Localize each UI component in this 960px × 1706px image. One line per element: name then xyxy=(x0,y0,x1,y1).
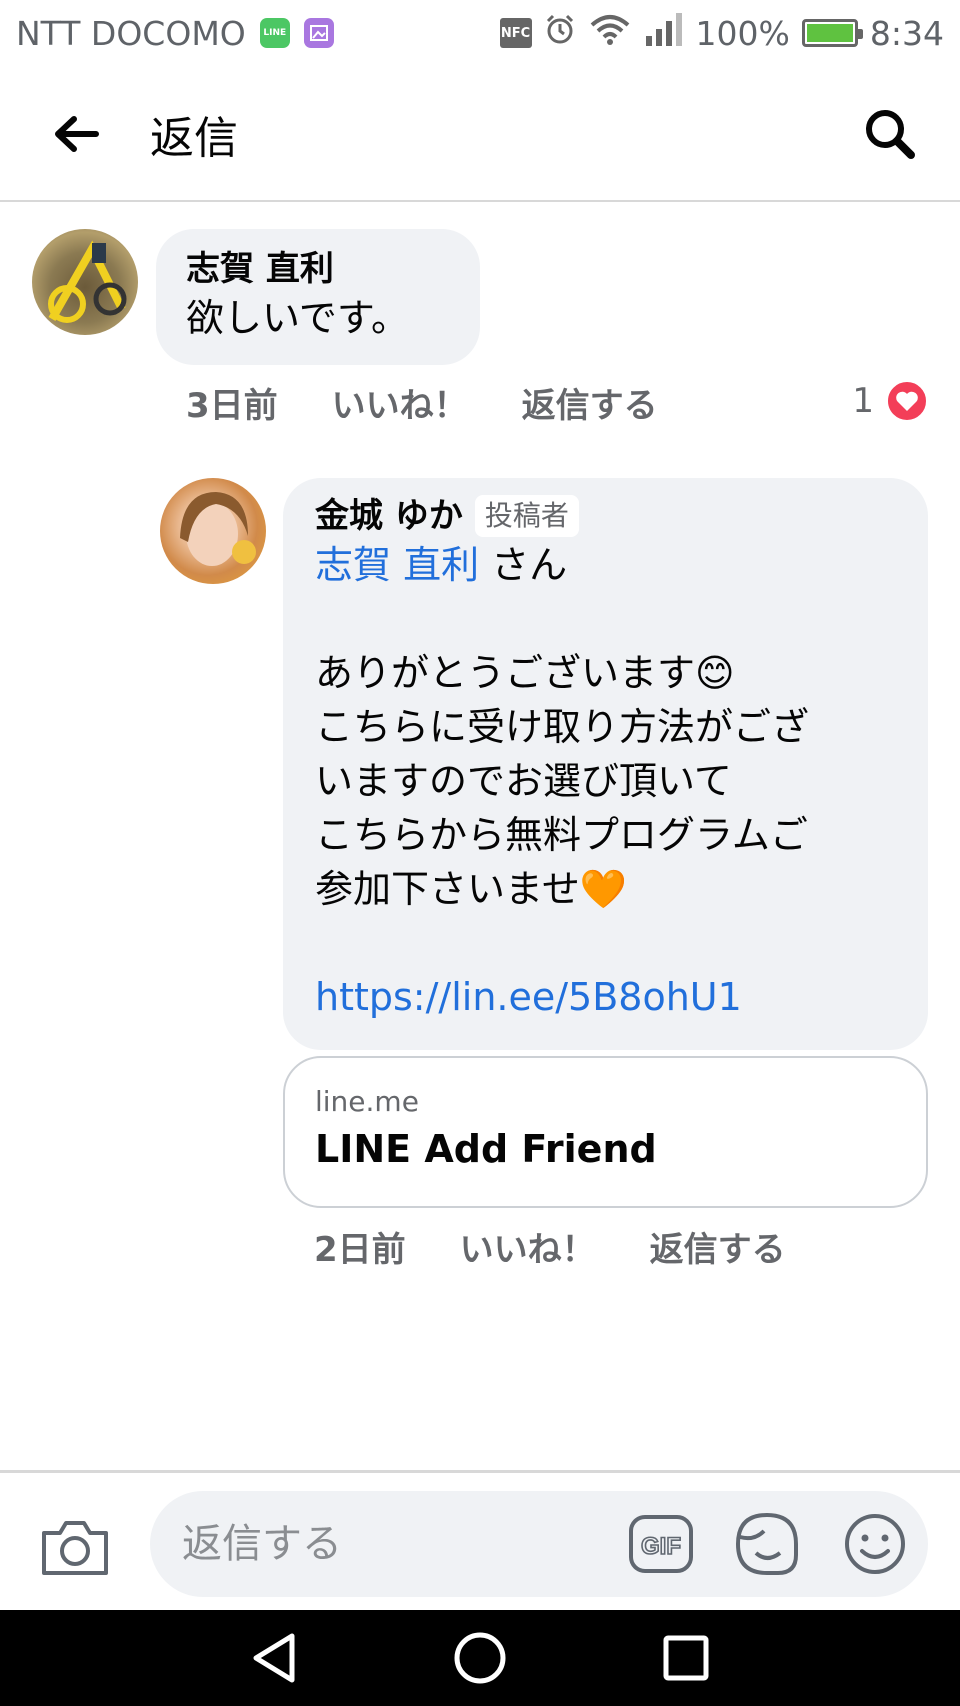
square-recents-icon xyxy=(663,1635,709,1681)
link-preview-card[interactable]: line.me LINE Add Friend xyxy=(283,1056,928,1208)
sticker-icon xyxy=(735,1512,798,1575)
gif-button[interactable]: GIF xyxy=(628,1513,694,1575)
circle-home-icon xyxy=(454,1632,506,1684)
camera-icon xyxy=(42,1521,108,1575)
mention-suffix: さん xyxy=(479,543,568,587)
nav-back-button[interactable] xyxy=(246,1630,302,1686)
reply-composer: GIF xyxy=(0,1470,960,1610)
alarm-icon xyxy=(544,13,576,53)
comment-text: 欲しいです。 xyxy=(186,296,410,340)
status-bar: NTT DOCOMO LINE NFC 100% 8:34 xyxy=(0,0,960,66)
triangle-back-icon xyxy=(253,1633,295,1683)
camera-button[interactable] xyxy=(40,1517,110,1577)
reaction-summary[interactable]: 1 xyxy=(852,380,928,422)
battery-percent: 100% xyxy=(695,13,790,53)
line-notification-icon: LINE xyxy=(259,18,290,48)
link-preview-domain: line.me xyxy=(315,1085,419,1118)
page-title: 返信 xyxy=(150,113,238,164)
nav-home-button[interactable] xyxy=(452,1630,508,1686)
comment-author[interactable]: 志賀 直利 xyxy=(186,247,450,291)
battery-icon xyxy=(801,19,863,47)
author-badge: 投稿者 xyxy=(474,495,579,537)
comment-text: ありがとうございます😊 こちらに受け取り方法がござ いますのでお選び頂いて こち… xyxy=(315,651,810,911)
reply-input[interactable] xyxy=(182,1511,602,1577)
like-button[interactable]: いいね！ xyxy=(460,1222,596,1271)
reply-button[interactable]: 返信する xyxy=(650,1222,786,1271)
comment-actions: 2日前 いいね！ 返信する xyxy=(314,1222,786,1271)
like-button[interactable]: いいね！ xyxy=(332,378,468,427)
reply-input-container: GIF xyxy=(150,1491,928,1597)
emoji-button[interactable] xyxy=(842,1511,908,1577)
comment-header: 金城 ゆか 投稿者 xyxy=(315,494,896,538)
back-button[interactable] xyxy=(46,106,106,162)
gif-icon: GIF xyxy=(629,1515,693,1573)
link-preview-title: LINE Add Friend xyxy=(315,1127,657,1171)
search-button[interactable] xyxy=(860,104,920,164)
comment-time[interactable]: 2日前 xyxy=(314,1222,406,1271)
heart-icon xyxy=(886,380,928,422)
search-icon xyxy=(866,110,915,159)
signal-icon xyxy=(644,12,684,54)
carrier-name: NTT DOCOMO xyxy=(16,13,246,53)
nav-recents-button[interactable] xyxy=(658,1630,714,1686)
arrow-left-icon xyxy=(55,116,99,152)
app-header: 返信 xyxy=(0,66,960,202)
comment-author[interactable]: 金城 ゆか xyxy=(315,494,463,538)
comment-bubble[interactable]: 志賀 直利 欲しいです。 xyxy=(156,229,480,365)
sticker-button[interactable] xyxy=(734,1511,800,1577)
gif-icon-label: GIF xyxy=(641,1533,681,1560)
comment-bubble[interactable]: 金城 ゆか 投稿者 志賀 直利 さん ありがとうございます😊 こちらに受け取り方… xyxy=(283,478,928,1050)
comment-link[interactable]: https://lin.ee/5B8ohU1 xyxy=(315,970,896,1024)
system-navigation-bar xyxy=(0,1610,960,1706)
mention-line: 志賀 直利 さん xyxy=(315,538,896,592)
avatar[interactable] xyxy=(32,229,138,335)
comment-time[interactable]: 3日前 xyxy=(186,378,278,427)
clock: 8:34 xyxy=(869,13,944,53)
wifi-icon xyxy=(588,13,632,53)
mention-link[interactable]: 志賀 直利 xyxy=(315,543,479,587)
reply-button[interactable]: 返信する xyxy=(522,378,658,427)
nfc-icon: NFC xyxy=(499,18,532,48)
comment-actions: 3日前 いいね！ 返信する xyxy=(186,378,658,427)
avatar[interactable] xyxy=(160,478,266,584)
emoji-icon xyxy=(845,1514,905,1574)
reaction-count: 1 xyxy=(852,381,874,421)
gallery-notification-icon xyxy=(303,18,334,48)
